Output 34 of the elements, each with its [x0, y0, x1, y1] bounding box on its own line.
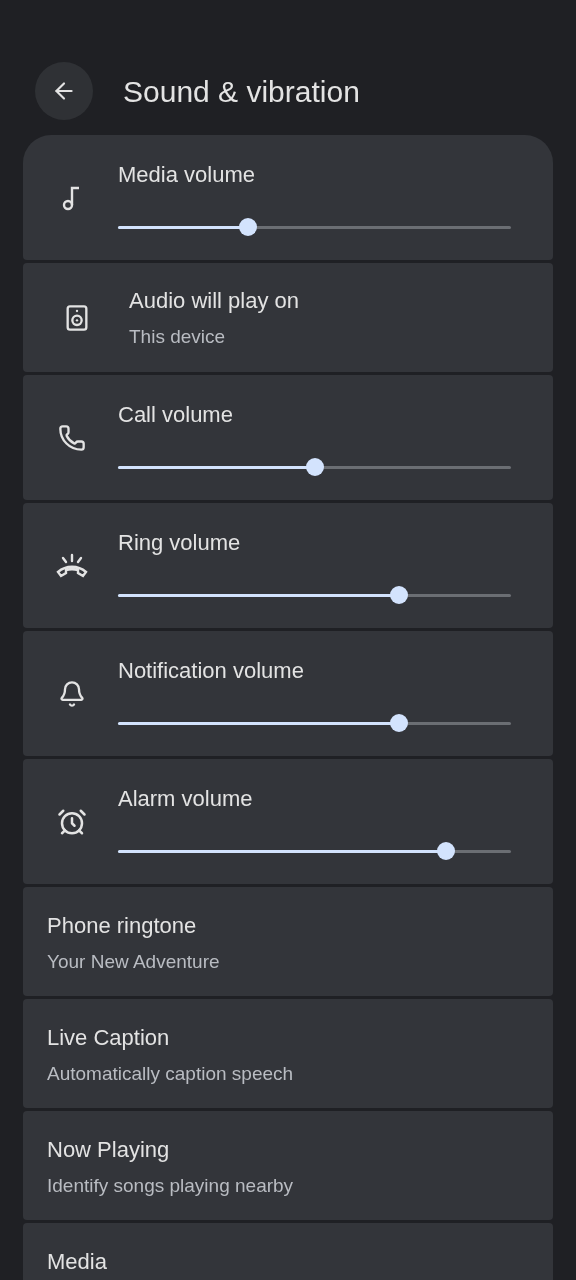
- volume-slider[interactable]: [118, 217, 511, 237]
- setting-subtitle: This device: [129, 324, 227, 349]
- phone-icon: [57, 423, 86, 452]
- slider-thumb[interactable]: [437, 842, 456, 860]
- setting-card[interactable]: Live Caption Automatically caption speech: [23, 999, 553, 1108]
- setting-card[interactable]: Media: [23, 1223, 553, 1280]
- alarm-clock-icon: [56, 806, 87, 837]
- setting-title: Phone ringtone: [47, 912, 198, 940]
- volume-slider[interactable]: [118, 457, 511, 477]
- setting-subtitle: Your New Adventure: [47, 950, 221, 974]
- setting-subtitle: Identify songs playing nearby: [47, 1174, 295, 1198]
- setting-title: Audio will play on: [129, 286, 299, 315]
- setting-card[interactable]: Now Playing Identify songs playing nearby: [23, 1111, 553, 1220]
- setting-title: Live Caption: [47, 1024, 171, 1052]
- slider-label: Media volume: [118, 161, 256, 189]
- ringing-phone-icon: [54, 552, 89, 579]
- setting-card[interactable]: Phone ringtone Your New Adventure: [23, 887, 553, 996]
- slider-thumb[interactable]: [390, 586, 408, 604]
- slider-thumb[interactable]: [390, 714, 408, 732]
- slider-thumb[interactable]: [238, 218, 257, 236]
- slider-label: Notification volume: [118, 657, 305, 685]
- page-title: Sound & vibration: [123, 73, 360, 110]
- slider-thumb[interactable]: [305, 458, 324, 476]
- output-card[interactable]: Audio will play on This device: [23, 263, 553, 372]
- setting-subtitle: Automatically caption speech: [47, 1062, 295, 1086]
- slider-label: Alarm volume: [118, 785, 254, 813]
- volume-slider[interactable]: [118, 585, 511, 605]
- setting-title: Media: [47, 1248, 108, 1276]
- setting-title: Now Playing: [47, 1136, 171, 1164]
- volume-slider[interactable]: [118, 713, 511, 733]
- slider-label: Ring volume: [118, 529, 242, 557]
- bell-icon: [57, 679, 86, 708]
- volume-slider[interactable]: [118, 841, 511, 861]
- slider-label: Call volume: [118, 401, 234, 429]
